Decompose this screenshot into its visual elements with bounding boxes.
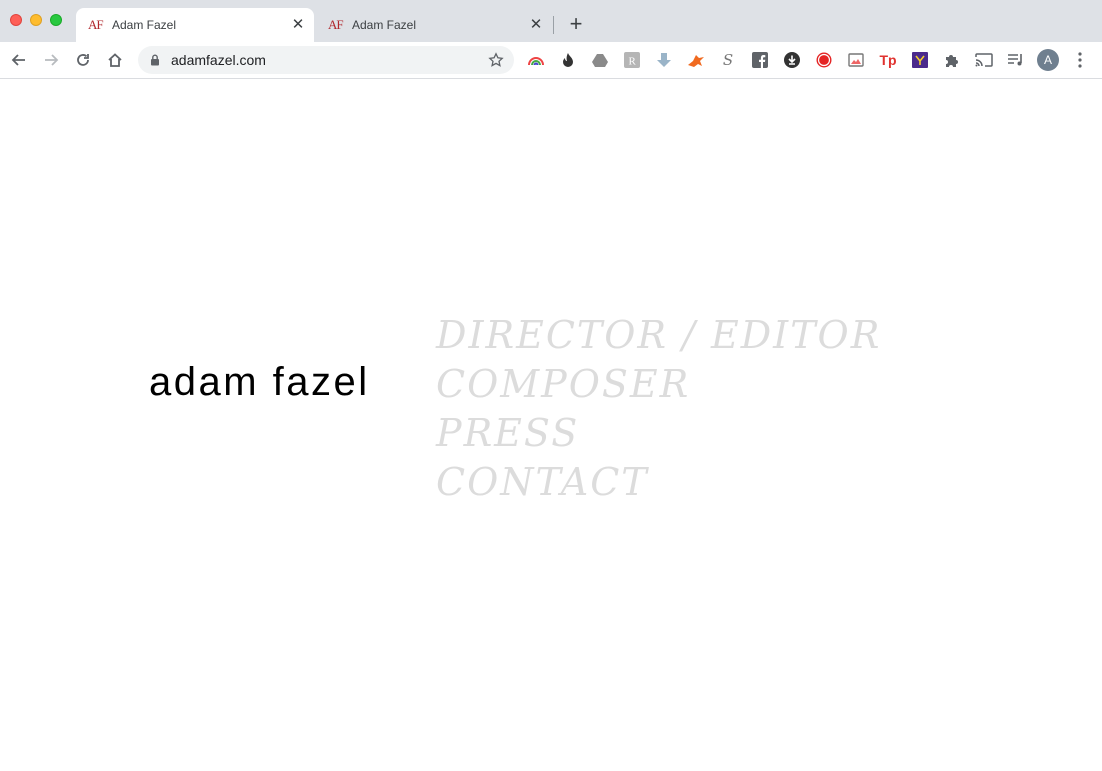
back-arrow-icon <box>11 54 25 66</box>
tab-active[interactable]: AF Adam Fazel ✕ <box>76 8 314 42</box>
download-arrow-ext-icon[interactable] <box>654 50 674 70</box>
forward-arrow-icon <box>45 54 59 66</box>
tab-favicon: AF <box>328 17 344 32</box>
forward-button[interactable] <box>39 48 63 72</box>
profile-avatar[interactable]: A <box>1037 49 1059 71</box>
rainbow-ext-icon[interactable] <box>526 50 546 70</box>
url-text: adamfazel.com <box>171 52 266 68</box>
browser-toolbar: adamfazel.com R S Tp A <box>0 42 1102 79</box>
maximize-window-button[interactable] <box>50 14 62 26</box>
menu-item-press[interactable]: PRESS <box>436 409 881 458</box>
back-button[interactable] <box>7 48 31 72</box>
close-window-button[interactable] <box>10 14 22 26</box>
cast-icon[interactable] <box>974 50 994 70</box>
menu-item-director-editor[interactable]: DIRECTOR / EDITOR <box>436 311 881 360</box>
record-ext-icon[interactable] <box>814 50 834 70</box>
download-circle-ext-icon[interactable] <box>782 50 802 70</box>
close-tab-icon[interactable]: ✕ <box>290 17 306 33</box>
menu-item-composer[interactable]: COMPOSER <box>436 360 881 409</box>
close-tab-icon[interactable]: ✕ <box>528 17 544 33</box>
reload-icon <box>77 54 89 66</box>
tab-separator <box>553 16 554 34</box>
drive-ext-icon[interactable] <box>590 50 610 70</box>
s-ext-icon[interactable]: S <box>718 50 738 70</box>
tab-favicon: AF <box>88 17 104 32</box>
site-menu: DIRECTOR / EDITOR COMPOSER PRESS CONTACT <box>436 311 881 507</box>
fox-ext-icon[interactable] <box>686 50 706 70</box>
address-bar[interactable]: adamfazel.com <box>138 46 514 74</box>
tp-ext-icon[interactable]: Tp <box>878 50 898 70</box>
purple-box-ext-icon[interactable] <box>910 50 930 70</box>
browser-menu-button[interactable] <box>1072 49 1088 71</box>
more-vertical-icon <box>1078 52 1082 68</box>
minimize-window-button[interactable] <box>30 14 42 26</box>
svg-text:R: R <box>629 56 637 68</box>
photo-ext-icon[interactable] <box>846 50 866 70</box>
new-tab-button[interactable]: + <box>564 13 588 37</box>
bookmark-star-icon[interactable] <box>488 52 504 68</box>
flame-ext-icon[interactable] <box>558 50 578 70</box>
lock-icon <box>151 54 159 66</box>
home-button[interactable] <box>103 48 127 72</box>
site-logo[interactable]: adam fazel <box>149 360 370 405</box>
menu-item-contact[interactable]: CONTACT <box>436 458 881 507</box>
reload-button[interactable] <box>71 48 95 72</box>
media-icon[interactable] <box>1006 50 1026 70</box>
puzzle-icon[interactable] <box>942 50 962 70</box>
tab-inactive[interactable]: AF Adam Fazel ✕ <box>316 8 552 42</box>
tab-title: Adam Fazel <box>112 18 177 32</box>
home-icon <box>108 53 122 67</box>
facebook-ext-icon[interactable] <box>750 50 770 70</box>
tab-title: Adam Fazel <box>352 18 417 32</box>
page-content: adam fazel DIRECTOR / EDITOR COMPOSER PR… <box>0 79 1102 771</box>
tab-strip: AF Adam Fazel ✕ AF Adam Fazel ✕ + <box>0 0 1102 42</box>
r-ext-icon[interactable]: R <box>622 50 642 70</box>
